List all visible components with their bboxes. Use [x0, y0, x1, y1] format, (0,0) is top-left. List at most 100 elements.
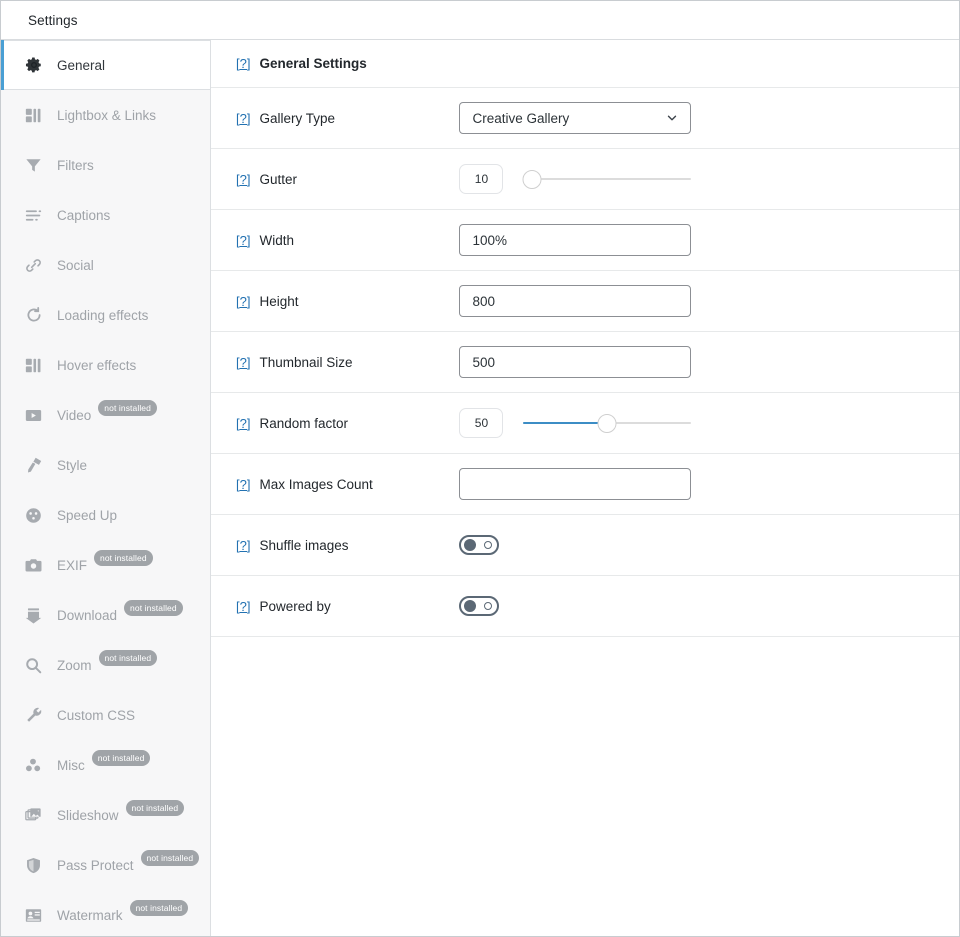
sidebar-item-social[interactable]: Social — [1, 240, 210, 290]
setting-label: Max Images Count — [259, 477, 459, 492]
sidebar-item-label: Video — [57, 408, 91, 423]
setting-row: [?] Random factor50 — [211, 393, 959, 454]
settings-sidebar[interactable]: General Lightbox & Links Filters Captions So… — [1, 40, 211, 936]
text-lines-icon — [23, 205, 44, 226]
download-icon — [23, 605, 44, 626]
setting-label: Gutter — [259, 172, 459, 187]
setting-control: Creative Gallery — [459, 102, 691, 134]
section-title: General Settings — [259, 56, 459, 71]
setting-label: Random factor — [259, 416, 459, 431]
idcard-icon — [23, 905, 44, 926]
sidebar-item-hover-effects[interactable]: Hover effects — [1, 340, 210, 390]
not-installed-badge: not installed — [126, 800, 185, 816]
sidebar-item-exif[interactable]: EXIF not installed — [1, 540, 210, 590]
text-input[interactable] — [459, 285, 691, 317]
setting-row: [?] Gutter10 — [211, 149, 959, 210]
sidebar-item-label: Lightbox & Links — [57, 108, 156, 123]
slider-fill — [523, 422, 607, 424]
images-icon — [23, 805, 44, 826]
sidebar-item-captions[interactable]: Captions — [1, 190, 210, 240]
not-installed-badge: not installed — [92, 750, 151, 766]
not-installed-badge: not installed — [124, 600, 183, 616]
brush-icon — [23, 455, 44, 476]
sidebar-item-custom-css[interactable]: Custom CSS — [1, 690, 210, 740]
sidebar-item-label: EXIF — [57, 558, 87, 573]
sidebar-item-general[interactable]: General — [1, 40, 210, 90]
not-installed-badge: not installed — [94, 550, 153, 566]
sidebar-item-loading-effects[interactable]: Loading effects — [1, 290, 210, 340]
help-icon[interactable]: [?] — [236, 111, 250, 126]
sidebar-item-label: Hover effects — [57, 358, 136, 373]
setting-control — [459, 596, 499, 616]
gauge-icon — [23, 505, 44, 526]
help-icon[interactable]: [?] — [236, 233, 250, 248]
help-icon[interactable]: [?] — [236, 416, 250, 431]
sidebar-item-watermark[interactable]: Watermarknot installed — [1, 890, 210, 936]
slider-control[interactable] — [523, 168, 691, 190]
setting-label: Width — [259, 233, 459, 248]
toggle-knob — [464, 539, 476, 551]
help-icon[interactable]: [?] — [236, 56, 250, 71]
sidebar-item-label: Captions — [57, 208, 110, 223]
sidebar-item-slideshow[interactable]: Slideshownot installed — [1, 790, 210, 840]
slider-thumb[interactable] — [523, 170, 542, 189]
sidebar-item-label: Download — [57, 608, 117, 623]
not-installed-badge: not installed — [130, 900, 189, 916]
link-icon — [23, 255, 44, 276]
shield-icon — [23, 855, 44, 876]
help-icon[interactable]: [?] — [236, 294, 250, 309]
camera-icon — [23, 555, 44, 576]
setting-row: [?]Gallery TypeCreative Gallery — [211, 88, 959, 149]
help-icon[interactable]: [?] — [236, 355, 250, 370]
help-icon[interactable]: [?] — [236, 599, 250, 614]
sidebar-item-label: Pass Protect — [57, 858, 134, 873]
chevron-down-icon — [665, 111, 679, 125]
setting-row: [?]Powered by — [211, 576, 959, 637]
sidebar-item-filters[interactable]: Filters — [1, 140, 210, 190]
sidebar-item-zoom[interactable]: Zoomnot installed — [1, 640, 210, 690]
title-bar: Settings — [1, 1, 959, 40]
help-icon[interactable]: [?] — [236, 172, 250, 187]
sidebar-item-label: General — [57, 58, 105, 73]
sidebar-item-pass-protect[interactable]: Pass Protectnot installed — [1, 840, 210, 890]
setting-label: Shuffle images — [259, 538, 459, 553]
help-icon[interactable]: [?] — [236, 477, 250, 492]
sidebar-item-speed-up[interactable]: Speed Up — [1, 490, 210, 540]
sidebar-item-label: Speed Up — [57, 508, 117, 523]
text-input[interactable] — [459, 468, 691, 500]
settings-window: Settings General Lightbox & Links Filters C… — [0, 0, 960, 937]
sidebar-item-misc[interactable]: Misc not installed — [1, 740, 210, 790]
sidebar-item-download[interactable]: Download not installed — [1, 590, 210, 640]
sidebar-item-label: Filters — [57, 158, 94, 173]
toggle-switch[interactable] — [459, 535, 499, 555]
setting-row: [?] Width — [211, 210, 959, 271]
setting-control: 10 — [459, 164, 691, 194]
text-input[interactable] — [459, 224, 691, 256]
toggle-switch[interactable] — [459, 596, 499, 616]
sidebar-item-lightbox-links[interactable]: Lightbox & Links — [1, 90, 210, 140]
slider-value-box[interactable]: 50 — [459, 408, 503, 438]
toggle-off-indicator — [484, 602, 492, 610]
dots-icon — [23, 755, 44, 776]
slider-value-box[interactable]: 10 — [459, 164, 503, 194]
sidebar-item-label: Social — [57, 258, 94, 273]
not-installed-badge: not installed — [98, 400, 157, 416]
setting-row: [?] Max Images Count — [211, 454, 959, 515]
gear-icon — [23, 55, 44, 76]
sidebar-item-label: Misc — [57, 758, 85, 773]
sidebar-item-label: Style — [57, 458, 87, 473]
play-icon — [23, 405, 44, 426]
slider-control[interactable] — [523, 412, 691, 434]
section-header-row: [?] General Settings — [211, 40, 959, 88]
toggle-off-indicator — [484, 541, 492, 549]
help-icon[interactable]: [?] — [236, 538, 250, 553]
setting-label: Height — [259, 294, 459, 309]
gallery-type-select[interactable]: Creative Gallery — [459, 102, 691, 134]
sidebar-item-style[interactable]: Style — [1, 440, 210, 490]
sidebar-item-video[interactable]: Video not installed — [1, 390, 210, 440]
slider-track — [523, 178, 691, 180]
text-input[interactable] — [459, 346, 691, 378]
setting-control — [459, 535, 499, 555]
setting-row: [?] Shuffle images — [211, 515, 959, 576]
slider-thumb[interactable] — [598, 414, 617, 433]
